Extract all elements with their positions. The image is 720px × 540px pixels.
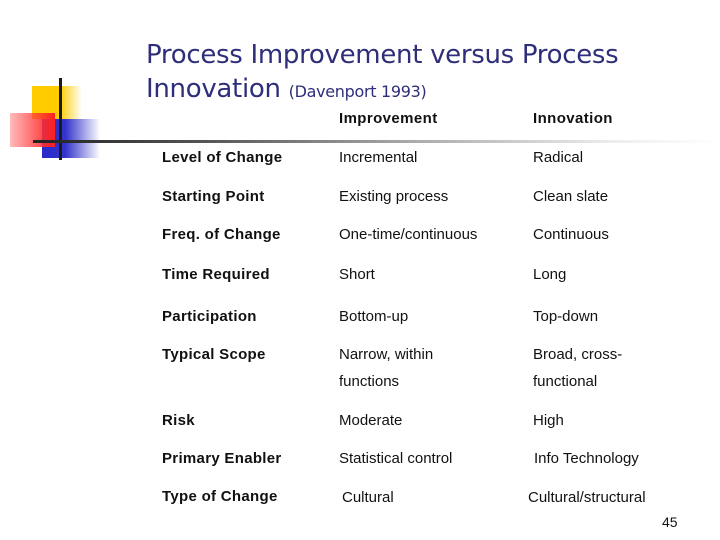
- cell-improvement: Existing process: [339, 188, 449, 205]
- cell-improvement: Narrow, within: [339, 346, 434, 363]
- cell-innovation: Radical: [533, 149, 584, 166]
- cell-innovation: Clean slate: [533, 188, 609, 205]
- cell-innovation: Broad, cross-: [533, 346, 623, 363]
- row-label: Level of Change: [162, 149, 283, 166]
- cell-innovation: Continuous: [533, 226, 609, 243]
- row-label: Type of Change: [162, 488, 278, 505]
- cell-improvement: Moderate: [339, 412, 403, 429]
- cell-improvement-continued: functions: [339, 373, 400, 390]
- logo-vertical-line: [59, 78, 62, 160]
- title-citation: (Davenport 1993): [288, 82, 427, 101]
- cell-innovation-continued: functional: [533, 373, 598, 390]
- cell-improvement: Incremental: [339, 149, 418, 166]
- cell-improvement: Statistical control: [339, 450, 453, 467]
- cell-improvement: One-time/continuous: [339, 226, 478, 243]
- cell-innovation: Info Technology: [534, 450, 639, 467]
- title-line-2: Innovation (Davenport 1993): [146, 72, 618, 109]
- slide-title: Process Improvement versus Process Innov…: [146, 38, 619, 109]
- cell-innovation: Top-down: [533, 308, 599, 325]
- column-header-innovation: Innovation: [533, 110, 613, 127]
- row-label: Starting Point: [162, 188, 265, 205]
- cell-improvement: Cultural: [342, 489, 394, 506]
- row-label: Typical Scope: [162, 346, 266, 363]
- cell-innovation: Cultural/structural: [528, 489, 646, 506]
- title-line-2-main: Innovation: [146, 74, 281, 104]
- page-number: 45: [662, 514, 678, 530]
- slide-logo-decoration: [0, 0, 110, 170]
- title-line-1: Process Improvement versus Process: [146, 40, 619, 70]
- row-label: Risk: [162, 412, 195, 429]
- cell-improvement: Short: [339, 266, 375, 283]
- cell-innovation: High: [533, 412, 564, 429]
- row-label: Freq. of Change: [162, 226, 281, 243]
- row-label: Primary Enabler: [162, 450, 282, 467]
- row-label: Participation: [162, 308, 257, 325]
- column-header-improvement: Improvement: [339, 110, 438, 127]
- cell-improvement: Bottom-up: [339, 308, 409, 325]
- header-divider-line: [33, 140, 720, 143]
- cell-innovation: Long: [533, 266, 567, 283]
- row-label: Time Required: [162, 266, 270, 283]
